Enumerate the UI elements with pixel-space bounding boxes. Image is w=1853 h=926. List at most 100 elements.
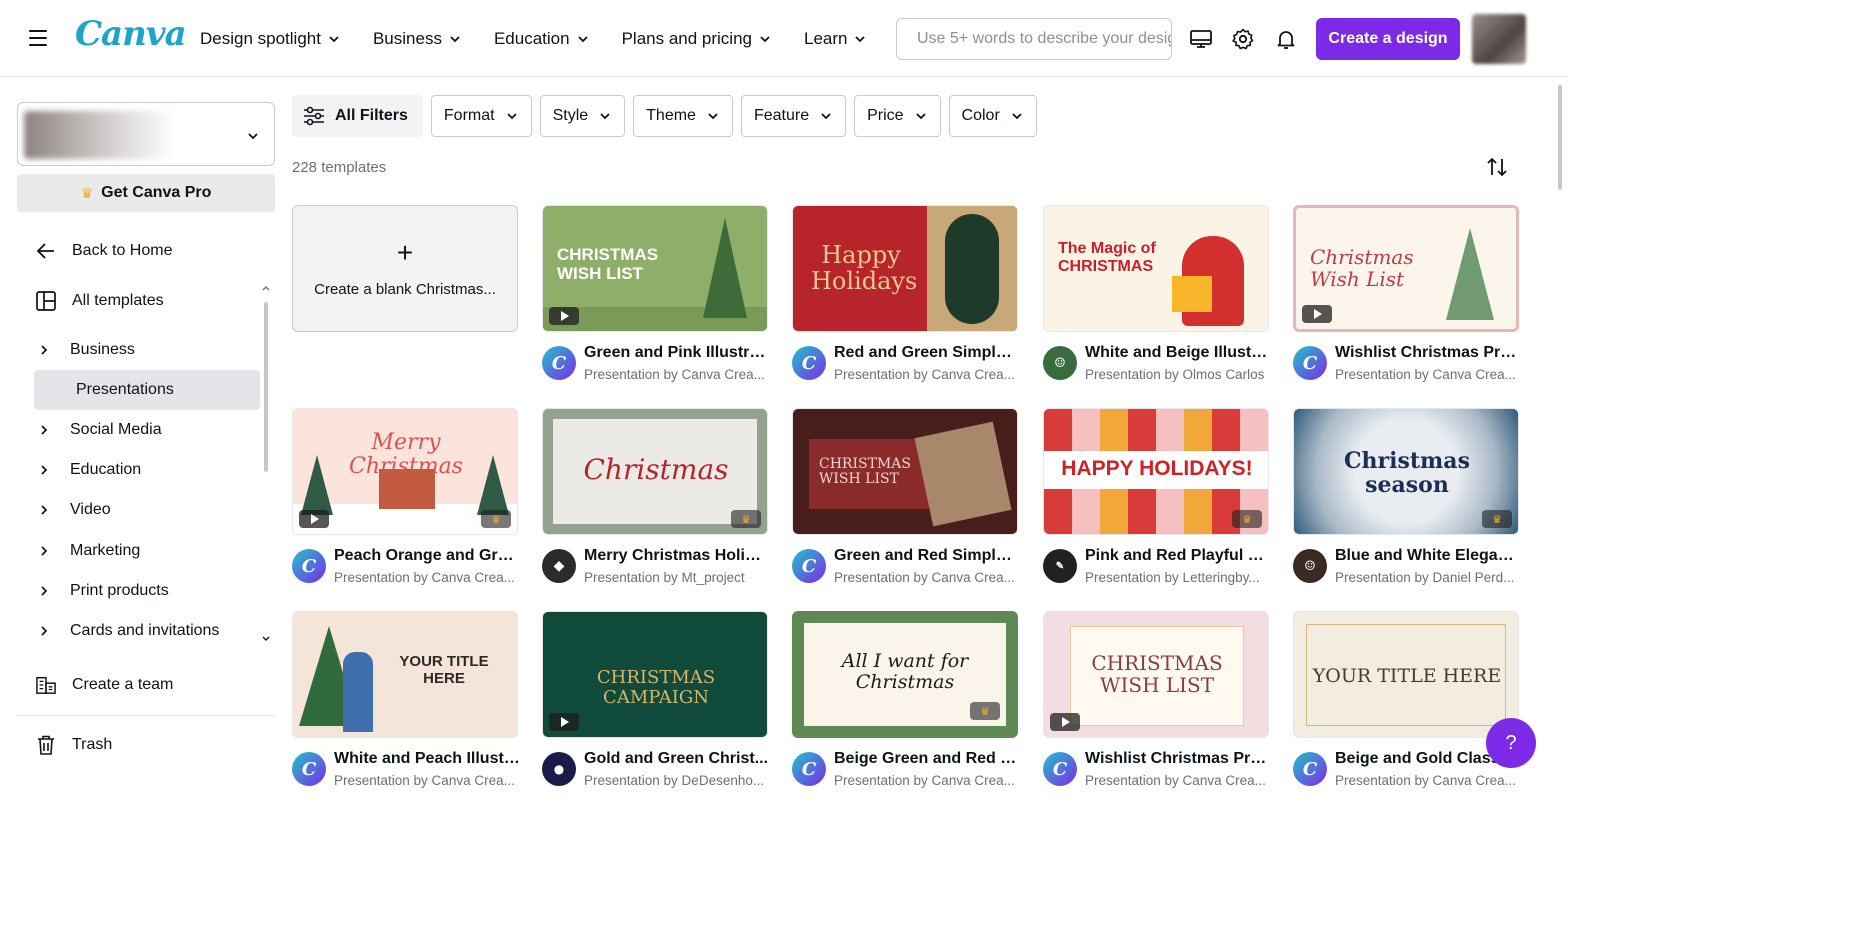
template-card[interactable]: Happy Holidays C Red and Green Simple a..… xyxy=(792,205,1020,390)
sidebar-item-label: Presentations xyxy=(76,381,174,398)
chevron-down-icon xyxy=(506,113,517,120)
crown-icon: ♛ xyxy=(481,510,511,528)
thumbnail-text: Christmas season xyxy=(1344,448,1470,499)
sidebar-item-presentations[interactable]: Presentations xyxy=(34,370,260,410)
create-blank-card[interactable]: + Create a blank Christmas... xyxy=(292,205,518,332)
creator-avatar: C xyxy=(292,752,326,786)
back-home-link[interactable]: Back to Home xyxy=(36,239,172,263)
template-card[interactable]: Merry Christmas ♛ C Peach Orange and Gree… xyxy=(292,408,520,593)
template-thumbnail: HAPPY HOLIDAYS! ♛ xyxy=(1043,408,1269,535)
thumbnail-text: Christmas xyxy=(583,453,729,486)
account-switcher[interactable] xyxy=(17,102,275,166)
templates-icon xyxy=(36,291,56,311)
nav-plans-pricing[interactable]: Plans and pricing xyxy=(622,26,772,52)
thumbnail-text: CHRISTMAS CAMPAIGN xyxy=(596,667,716,708)
template-title: Green and Pink Illustrat... xyxy=(584,344,770,361)
all-templates-link[interactable]: All templates xyxy=(36,289,164,313)
template-card[interactable]: CHRISTMAS WISH LIST C Green and Pink Illu… xyxy=(542,205,770,390)
user-avatar[interactable] xyxy=(1472,14,1526,64)
creator-avatar: ● xyxy=(542,752,576,786)
template-card[interactable]: Christmas ♛ ◆ Merry Christmas Holida... Pr… xyxy=(542,408,770,593)
thumbnail-text: Happy Holidays xyxy=(811,241,918,296)
template-title: Gold and Green Christ... xyxy=(584,750,769,767)
help-button[interactable]: ? xyxy=(1486,718,1536,768)
creator-avatar: C xyxy=(542,346,576,380)
scroll-up-icon[interactable] xyxy=(261,283,271,293)
get-pro-label: Get Canva Pro xyxy=(101,184,212,201)
filter-theme[interactable]: Theme xyxy=(633,95,733,137)
creator-avatar: ☺ xyxy=(1293,549,1327,583)
creator-avatar: C xyxy=(792,549,826,583)
sidebar-scrollbar[interactable] xyxy=(264,302,268,472)
template-author: Presentation by Canva Crea... xyxy=(1085,773,1266,788)
creator-avatar: ✎ xyxy=(1043,549,1077,583)
crown-icon: ♛ xyxy=(1232,510,1262,528)
sidebar-divider xyxy=(17,715,275,716)
template-card[interactable]: HAPPY HOLIDAYS! ♛ ✎ Pink and Red Playful … xyxy=(1043,408,1271,593)
creator-avatar: ◆ xyxy=(542,549,576,583)
page-scrollbar[interactable] xyxy=(1558,85,1562,190)
chevron-right-icon xyxy=(34,625,54,637)
video-badge-icon xyxy=(549,307,579,325)
sidebar-item-print-products[interactable]: Print products xyxy=(34,571,260,611)
filter-format[interactable]: Format xyxy=(430,95,532,137)
template-title: Peach Orange and Gree... xyxy=(334,547,520,564)
template-card[interactable]: YOUR TITLE HERE C White and Peach Illustr… xyxy=(292,611,520,796)
bell-icon[interactable] xyxy=(1274,27,1298,51)
sidebar-item-label: Social Media xyxy=(70,421,162,438)
trash-link[interactable]: Trash xyxy=(36,733,112,757)
create-design-button[interactable]: Create a design xyxy=(1316,18,1460,60)
template-author: Presentation by Canva Crea... xyxy=(1335,773,1516,788)
all-filters-label: All Filters xyxy=(335,107,408,124)
template-card[interactable]: CHRISTMAS WISH LIST C Wishlist Christmas … xyxy=(1043,611,1271,796)
create-team-link[interactable]: Create a team xyxy=(36,673,173,697)
video-badge-icon xyxy=(1302,305,1332,323)
canva-logo[interactable]: Canva xyxy=(75,14,187,54)
chevron-right-icon xyxy=(34,585,54,597)
nav-education[interactable]: Education xyxy=(494,26,590,52)
sidebar-item-business[interactable]: Business xyxy=(34,330,260,370)
template-card[interactable]: Christmas Wish List C Wishlist Christmas … xyxy=(1293,205,1521,390)
template-card[interactable]: CHRISTMAS CAMPAIGN ● Gold and Green Chris… xyxy=(542,611,768,796)
sidebar-item-label: Marketing xyxy=(70,542,141,559)
sidebar-item-education[interactable]: Education xyxy=(34,450,260,490)
sidebar-item-social-media[interactable]: Social Media xyxy=(34,410,260,450)
search-placeholder: Use 5+ words to describe your design xyxy=(917,30,1172,47)
chevron-right-icon xyxy=(34,424,54,436)
sidebar-item-marketing[interactable]: Marketing xyxy=(34,531,260,571)
template-card[interactable]: All I want for Christmas ♛ C Beige Green … xyxy=(792,611,1020,796)
search-input[interactable]: Use 5+ words to describe your design xyxy=(896,18,1172,60)
sidebar-item-label: Education xyxy=(70,461,142,478)
filter-price[interactable]: Price xyxy=(854,95,941,137)
sort-icon[interactable] xyxy=(1486,156,1508,178)
menu-icon[interactable] xyxy=(28,28,48,48)
template-card[interactable]: YOUR TITLE HERE C Beige and Gold Classy .… xyxy=(1293,611,1521,796)
video-badge-icon xyxy=(549,713,579,731)
chevron-down-icon xyxy=(855,36,866,43)
filter-label: Feature xyxy=(753,107,810,124)
filter-feature[interactable]: Feature xyxy=(740,95,847,137)
template-card[interactable]: Christmas season ♛ ☺ Blue and White Elega… xyxy=(1293,408,1521,593)
template-thumbnail: Happy Holidays xyxy=(792,205,1018,332)
get-pro-button[interactable]: ♛ Get Canva Pro xyxy=(17,174,275,212)
filter-color[interactable]: Color xyxy=(948,95,1037,137)
sidebar-item-cards-invitations[interactable]: Cards and invitations xyxy=(34,611,260,651)
all-filters-button[interactable]: All Filters xyxy=(292,95,423,137)
template-thumbnail: Merry Christmas ♛ xyxy=(292,408,518,535)
template-card[interactable]: The Magic of CHRISTMAS ☺ White and Beige … xyxy=(1043,205,1271,390)
scroll-down-icon[interactable] xyxy=(261,634,271,644)
nav-learn[interactable]: Learn xyxy=(804,26,867,52)
template-title: Wishlist Christmas Pres... xyxy=(1335,344,1521,361)
gear-icon[interactable] xyxy=(1231,27,1255,51)
desktop-app-icon[interactable] xyxy=(1189,27,1213,51)
creator-avatar: C xyxy=(792,346,826,380)
template-thumbnail: CHRISTMAS WISH LIST xyxy=(542,205,768,332)
filter-label: Color xyxy=(961,107,1000,124)
nav-design-spotlight[interactable]: Design spotlight xyxy=(200,26,341,52)
filter-label: Theme xyxy=(646,107,696,124)
nav-business[interactable]: Business xyxy=(373,26,462,52)
filter-style[interactable]: Style xyxy=(539,95,626,137)
sidebar-item-video[interactable]: Video xyxy=(34,490,260,530)
template-card[interactable]: CHRISTMAS WISH LIST C Green and Red Simpl… xyxy=(792,408,1020,593)
template-title: Red and Green Simple a... xyxy=(834,344,1020,361)
